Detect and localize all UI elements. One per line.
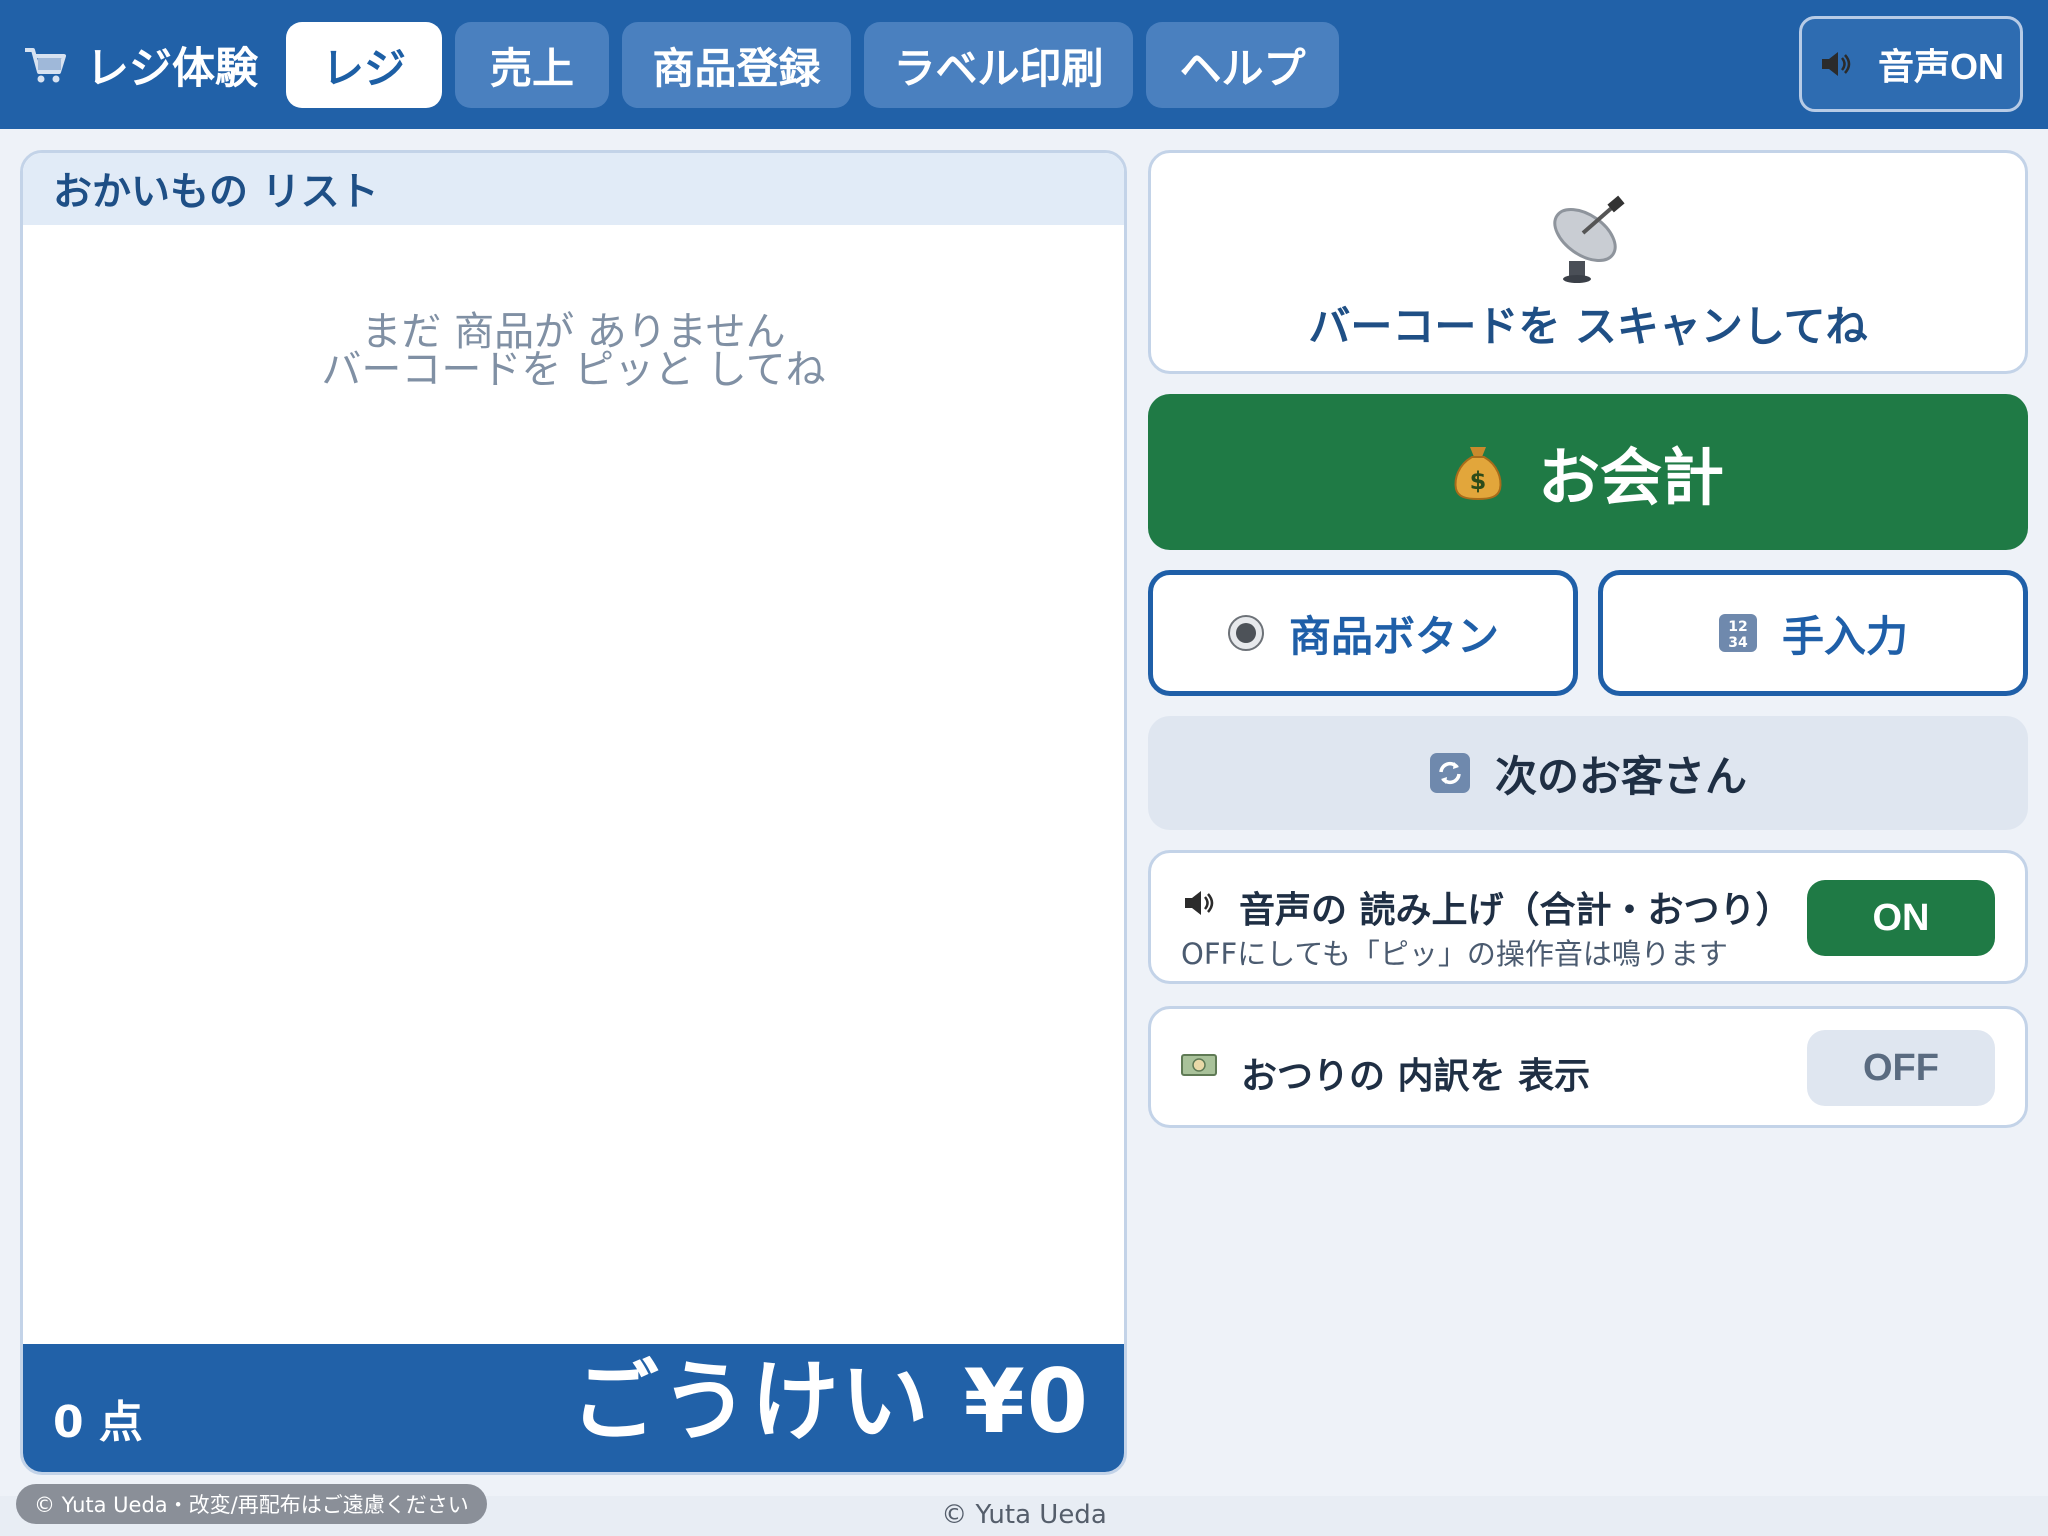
cart-icon	[25, 48, 66, 83]
voice-readout-title: 音声の 読み上げ（合計・おつり）	[1239, 890, 1792, 931]
voice-readout-toggle[interactable]: ON	[1807, 880, 1995, 956]
tab-sales[interactable]: 売上	[455, 22, 609, 108]
speaker-icon	[1821, 52, 1851, 76]
scan-prompt-card: バーコードを スキャンしてね	[1148, 150, 2028, 374]
product-buttons-label: 商品ボタン	[1288, 612, 1499, 660]
radio-button-icon	[1227, 615, 1264, 651]
banknote-icon	[1181, 1054, 1217, 1076]
next-customer-label: 次のお客さん	[1494, 752, 1747, 800]
manual-input-button[interactable]: 12 34 手入力	[1598, 570, 2028, 696]
svg-text:34: 34	[1728, 635, 1748, 651]
change-breakdown-toggle[interactable]: OFF	[1807, 1030, 1995, 1106]
tab-label-print[interactable]: ラベル印刷	[864, 22, 1133, 108]
svg-text:$: $	[1470, 467, 1487, 495]
manual-input-label: 手入力	[1781, 612, 1908, 660]
checkout-label: お会計	[1537, 444, 1724, 513]
tab-register[interactable]: レジ	[286, 22, 442, 108]
top-bar: レジ体験 レジ 売上 商品登録 ラベル印刷 ヘルプ 音声ON	[0, 0, 2048, 129]
copyright-text: © Yuta Ueda	[941, 1500, 1107, 1530]
voice-readout-setting: 音声の 読み上げ（合計・おつり） OFFにしても「ピッ」の操作音は鳴ります ON	[1148, 850, 2028, 984]
refresh-icon	[1429, 753, 1470, 793]
brand: レジ体験	[22, 30, 258, 100]
scan-prompt-text: バーコードを スキャンしてね	[1308, 302, 1868, 351]
product-buttons-button[interactable]: 商品ボタン	[1148, 570, 1578, 696]
change-breakdown-setting: おつりの 内訳を 表示 OFF	[1148, 1006, 2028, 1128]
tab-help[interactable]: ヘルプ	[1146, 22, 1339, 108]
empty-list-line-2: バーコードを ピッと してね	[321, 347, 826, 393]
total-bar: 0 点 ごうけい ¥0	[23, 1344, 1124, 1472]
empty-list-message: まだ 商品が ありません バーコードを ピッと してね	[23, 309, 1124, 393]
sound-toggle-button[interactable]: 音声ON	[1799, 16, 2023, 112]
numbers-icon: 12 34	[1718, 614, 1757, 652]
money-bag-icon: $	[1454, 447, 1502, 501]
sound-toggle-label: 音声ON	[1877, 46, 2004, 87]
empty-list-line-1: まだ 商品が ありません	[361, 309, 786, 355]
tab-product-registration[interactable]: 商品登録	[622, 22, 851, 108]
total-amount: ごうけい ¥0	[570, 1350, 1090, 1453]
item-count: 0 点	[53, 1397, 143, 1448]
change-breakdown-title: おつりの 内訳を 表示	[1241, 1056, 1591, 1097]
svg-text:12: 12	[1728, 619, 1747, 635]
shopping-list-panel: おかいもの リスト まだ 商品が ありません バーコードを ピッと してね 0 …	[20, 150, 1127, 1475]
next-customer-button[interactable]: 次のお客さん	[1148, 716, 2028, 830]
shopping-list-title: おかいもの リスト	[23, 153, 1124, 225]
voice-readout-subtitle: OFFにしても「ピッ」の操作音は鳴ります	[1181, 937, 1728, 971]
speaker-icon	[1185, 891, 1214, 915]
checkout-button[interactable]: $ お会計	[1148, 394, 2028, 550]
satellite-dish-icon	[1553, 195, 1625, 283]
app-title: レジ体験	[86, 44, 258, 94]
